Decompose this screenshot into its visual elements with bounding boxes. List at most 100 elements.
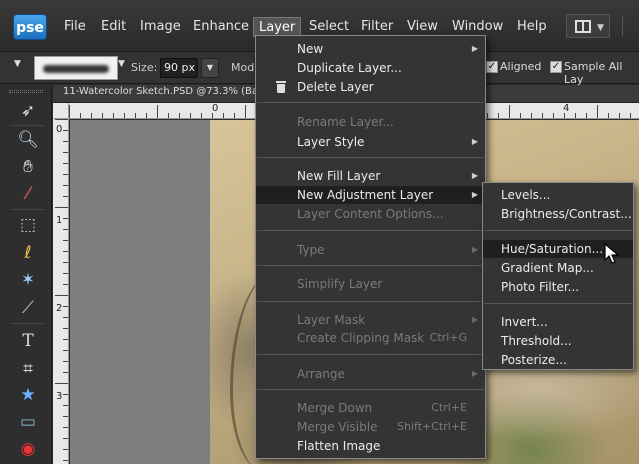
adjustment-layer-submenu: Levels... Brightness/Contrast... Hue/Sat… — [482, 182, 634, 370]
rectangular-marquee-tool-icon[interactable]: ⬚ — [16, 213, 40, 237]
menu-item-arrange: Arrange ▶ — [256, 365, 485, 383]
aligned-checkbox[interactable]: ✓ — [486, 61, 498, 73]
menu-separator — [257, 301, 484, 302]
menu-item-label: Gradient Map... — [501, 261, 594, 275]
document-title: 11-Watercolor Sketch.PSD @73.3% (Back — [63, 86, 270, 97]
straighten-tool-icon[interactable]: ▭ — [16, 410, 40, 434]
submenu-arrow-icon: ▶ — [471, 245, 478, 254]
menu-item-label: Merge Visible — [297, 420, 378, 434]
menu-item-new-adjustment-layer[interactable]: New Adjustment Layer ▶ — [256, 186, 485, 204]
divider — [10, 323, 44, 324]
menu-item-label: Merge Down — [297, 401, 373, 415]
menu-item-label: Levels... — [501, 188, 551, 202]
divider — [10, 209, 44, 210]
workspace-layout-button[interactable]: ▼ — [566, 14, 610, 38]
menu-separator — [257, 389, 484, 390]
shortcut-label: Shift+Ctrl+E — [397, 420, 467, 433]
eyedropper-tool-icon[interactable]: ⁄ — [16, 182, 40, 206]
menu-separator — [257, 157, 484, 158]
menu-item-type: Type ▶ — [256, 241, 485, 259]
menu-view[interactable]: View — [402, 17, 443, 37]
menu-item-new[interactable]: New ▶ — [256, 40, 485, 58]
submenu-arrow-icon: ▶ — [471, 369, 478, 378]
toolbox-grip[interactable] — [9, 90, 43, 93]
menu-file[interactable]: File — [59, 17, 91, 37]
move-tool-icon[interactable]: ➶ — [16, 99, 40, 123]
menu-item-label: Create Clipping Mask — [297, 331, 425, 345]
ruler-ticks — [55, 119, 68, 461]
shortcut-label: Ctrl+E — [431, 401, 467, 414]
menu-item-label: Flatten Image — [297, 439, 381, 453]
window-controls-edge — [622, 16, 639, 36]
aligned-label: Aligned — [500, 60, 542, 73]
menu-item-label: Layer Mask — [297, 313, 366, 327]
menu-separator — [257, 354, 484, 355]
menu-item-flatten-image[interactable]: Flatten Image — [256, 437, 485, 455]
menu-window[interactable]: Window — [447, 17, 508, 37]
menu-item-label: Invert... — [501, 315, 548, 329]
crop-tool-icon[interactable]: ⌗ — [16, 357, 40, 381]
cookie-cutter-tool-icon[interactable]: ★ — [16, 383, 40, 407]
ruler-number: 0 — [212, 103, 219, 114]
menu-item-invert[interactable]: Invert... — [483, 313, 633, 331]
menu-item-label: Duplicate Layer... — [297, 61, 402, 75]
menu-item-label: Simplify Layer — [297, 277, 383, 291]
menu-item-label: Threshold... — [501, 334, 572, 348]
menu-image[interactable]: Image — [135, 17, 186, 37]
brush-picker-chevron-icon[interactable]: ▼ — [118, 59, 125, 69]
toolbox: ➶ 🔍︎ ✋︎ ⁄ ⬚ ℓ ✶ ⟋ T ⌗ ★ ▭ ◉ — [0, 85, 52, 464]
menu-separator — [257, 102, 484, 103]
menu-item-create-clipping-mask: Create Clipping Mask Ctrl+G — [256, 329, 485, 347]
zoom-tool-icon[interactable]: 🔍︎ — [16, 128, 40, 152]
menu-item-delete-layer[interactable]: Delete Layer — [256, 78, 485, 96]
size-input[interactable]: 90 px — [160, 58, 198, 78]
menu-item-threshold[interactable]: Threshold... — [483, 332, 633, 350]
menu-item-label: Type — [297, 243, 325, 257]
brush-preview[interactable] — [34, 56, 118, 80]
menu-item-posterize[interactable]: Posterize... — [483, 351, 633, 369]
menu-item-layer-style[interactable]: Layer Style ▶ — [256, 133, 485, 151]
selection-brush-tool-icon[interactable]: ⟋ — [16, 296, 40, 320]
chevron-down-icon: ▼ — [597, 23, 604, 33]
submenu-arrow-icon: ▶ — [471, 315, 478, 324]
brush-stroke-sample — [43, 65, 109, 73]
menu-item-new-fill-layer[interactable]: New Fill Layer ▶ — [256, 167, 485, 185]
menu-item-label: Brightness/Contrast... — [501, 207, 632, 221]
submenu-arrow-icon: ▶ — [471, 190, 478, 199]
layer-menu: New ▶ Duplicate Layer... Delete Layer Ren… — [255, 35, 486, 459]
type-tool-icon[interactable]: T — [16, 329, 40, 353]
menu-layer[interactable]: Layer — [253, 17, 302, 37]
sample-all-layers-checkbox[interactable]: ✓ — [550, 61, 562, 73]
size-slider-button[interactable]: ▼ — [201, 58, 219, 78]
menu-enhance[interactable]: Enhance — [188, 17, 254, 37]
ruler-number: 4 — [563, 103, 570, 114]
menu-help[interactable]: Help — [512, 17, 552, 37]
red-eye-tool-icon[interactable]: ◉ — [16, 437, 40, 461]
lasso-tool-icon[interactable]: ℓ — [16, 241, 40, 265]
menu-item-layer-content-options: Layer Content Options... — [256, 205, 485, 223]
menu-item-merge-visible: Merge Visible Shift+Ctrl+E — [256, 418, 485, 436]
menu-item-label: Photo Filter... — [501, 280, 580, 294]
menu-item-levels[interactable]: Levels... — [483, 186, 633, 204]
ruler-origin[interactable] — [53, 103, 69, 119]
submenu-arrow-icon: ▶ — [471, 171, 478, 180]
menu-filter[interactable]: Filter — [356, 17, 398, 37]
menu-item-duplicate-layer[interactable]: Duplicate Layer... — [256, 59, 485, 77]
vertical-ruler[interactable]: 0 1 2 3 — [53, 119, 69, 464]
divider — [10, 125, 44, 126]
menu-item-label: Hue/Saturation... — [501, 242, 604, 256]
menu-item-label: Rename Layer... — [297, 115, 394, 129]
menu-item-label: Delete Layer — [297, 80, 374, 94]
hand-tool-icon[interactable]: ✋︎ — [16, 155, 40, 179]
menu-item-label: New — [297, 42, 324, 56]
magic-wand-tool-icon[interactable]: ✶ — [16, 268, 40, 292]
menu-item-simplify-layer: Simplify Layer — [256, 275, 485, 293]
menu-select[interactable]: Select — [304, 17, 354, 37]
menu-item-photo-filter[interactable]: Photo Filter... — [483, 278, 633, 296]
menu-item-label: Posterize... — [501, 353, 567, 367]
menu-item-label: Layer Style — [297, 135, 365, 149]
menu-item-brightness-contrast[interactable]: Brightness/Contrast... — [483, 205, 633, 223]
tool-preset-chevron-icon[interactable]: ▼ — [14, 59, 21, 69]
menu-edit[interactable]: Edit — [96, 17, 131, 37]
menu-separator — [257, 230, 484, 231]
